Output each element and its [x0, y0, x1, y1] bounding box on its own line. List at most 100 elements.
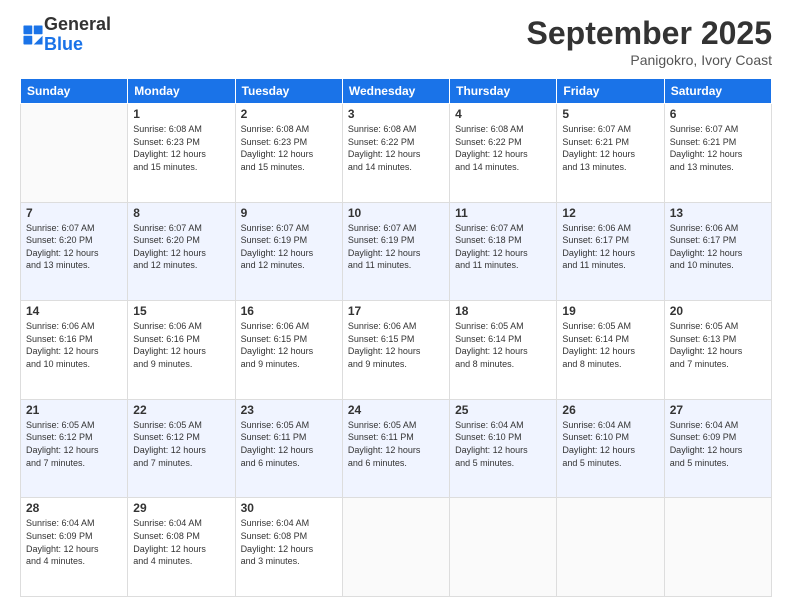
week-row-2: 7Sunrise: 6:07 AM Sunset: 6:20 PM Daylig… — [21, 202, 772, 301]
day-number: 15 — [133, 304, 229, 318]
day-number: 6 — [670, 107, 766, 121]
day-number: 30 — [241, 501, 337, 515]
day-info: Sunrise: 6:08 AM Sunset: 6:22 PM Dayligh… — [455, 123, 551, 173]
table-cell: 18 Sunrise: 6:05 AM Sunset: 6:14 PM Dayli… — [450, 301, 557, 400]
table-cell: 9 Sunrise: 6:07 AM Sunset: 6:19 PM Daylig… — [235, 202, 342, 301]
weekday-header-row: Sunday Monday Tuesday Wednesday Thursday… — [21, 79, 772, 104]
title-block: September 2025 Panigokro, Ivory Coast — [527, 15, 772, 68]
table-cell: 20 Sunrise: 6:05 AM Sunset: 6:13 PM Dayli… — [664, 301, 771, 400]
day-number: 20 — [670, 304, 766, 318]
table-cell: 25Sunrise: 6:04 AM Sunset: 6:10 PM Dayli… — [450, 399, 557, 498]
day-info: Sunrise: 6:06 AM Sunset: 6:16 PM Dayligh… — [133, 320, 229, 370]
day-info: Sunrise: 6:06 AM Sunset: 6:17 PM Dayligh… — [670, 222, 766, 272]
header-wednesday: Wednesday — [342, 79, 449, 104]
table-cell: 28 Sunrise: 6:04 AM Sunset: 6:09 PM Dayli… — [21, 498, 128, 597]
day-info: Sunrise: 6:07 AM Sunset: 6:19 PM Dayligh… — [241, 222, 337, 272]
day-number: 9 — [241, 206, 337, 220]
day-number: 24 — [348, 403, 444, 417]
table-cell: 19 Sunrise: 6:05 AM Sunset: 6:14 PM Dayli… — [557, 301, 664, 400]
day-info: Sunrise: 6:06 AM Sunset: 6:17 PM Dayligh… — [562, 222, 658, 272]
table-cell: 22 Sunrise: 6:05 AM Sunset: 6:12 PM Dayli… — [128, 399, 235, 498]
day-info: Sunrise: 6:07 AM Sunset: 6:20 PM Dayligh… — [133, 222, 229, 272]
header-saturday: Saturday — [664, 79, 771, 104]
logo-general-text: General — [44, 14, 111, 34]
day-info: Sunrise: 6:08 AM Sunset: 6:23 PM Dayligh… — [241, 123, 337, 173]
day-info: Sunrise: 6:07 AM Sunset: 6:20 PM Dayligh… — [26, 222, 122, 272]
day-number: 19 — [562, 304, 658, 318]
day-number: 16 — [241, 304, 337, 318]
day-info: Sunrise: 6:05 AM Sunset: 6:13 PM Dayligh… — [670, 320, 766, 370]
table-cell — [342, 498, 449, 597]
location: Panigokro, Ivory Coast — [527, 52, 772, 68]
day-number: 1 — [133, 107, 229, 121]
table-cell — [664, 498, 771, 597]
day-info: Sunrise: 6:07 AM Sunset: 6:21 PM Dayligh… — [670, 123, 766, 173]
header-friday: Friday — [557, 79, 664, 104]
table-cell: 13 Sunrise: 6:06 AM Sunset: 6:17 PM Dayli… — [664, 202, 771, 301]
day-number: 3 — [348, 107, 444, 121]
week-row-4: 21Sunrise: 6:05 AM Sunset: 6:12 PM Dayli… — [21, 399, 772, 498]
day-number: 27 — [670, 403, 766, 417]
day-info: Sunrise: 6:04 AM Sunset: 6:09 PM Dayligh… — [26, 517, 122, 567]
day-info: Sunrise: 6:05 AM Sunset: 6:14 PM Dayligh… — [562, 320, 658, 370]
day-number: 22 — [133, 403, 229, 417]
table-cell: 21Sunrise: 6:05 AM Sunset: 6:12 PM Dayli… — [21, 399, 128, 498]
header-sunday: Sunday — [21, 79, 128, 104]
day-info: Sunrise: 6:06 AM Sunset: 6:16 PM Dayligh… — [26, 320, 122, 370]
day-number: 13 — [670, 206, 766, 220]
header-thursday: Thursday — [450, 79, 557, 104]
day-number: 29 — [133, 501, 229, 515]
day-number: 14 — [26, 304, 122, 318]
table-cell — [21, 104, 128, 203]
day-info: Sunrise: 6:04 AM Sunset: 6:10 PM Dayligh… — [562, 419, 658, 469]
day-info: Sunrise: 6:05 AM Sunset: 6:11 PM Dayligh… — [241, 419, 337, 469]
day-number: 28 — [26, 501, 122, 515]
day-number: 11 — [455, 206, 551, 220]
day-info: Sunrise: 6:08 AM Sunset: 6:23 PM Dayligh… — [133, 123, 229, 173]
day-number: 18 — [455, 304, 551, 318]
table-cell — [450, 498, 557, 597]
day-info: Sunrise: 6:05 AM Sunset: 6:12 PM Dayligh… — [133, 419, 229, 469]
day-info: Sunrise: 6:04 AM Sunset: 6:08 PM Dayligh… — [133, 517, 229, 567]
table-cell: 14 Sunrise: 6:06 AM Sunset: 6:16 PM Dayli… — [21, 301, 128, 400]
day-info: Sunrise: 6:04 AM Sunset: 6:10 PM Dayligh… — [455, 419, 551, 469]
logo: General Blue — [20, 15, 111, 55]
table-cell: 11 Sunrise: 6:07 AM Sunset: 6:18 PM Dayli… — [450, 202, 557, 301]
day-number: 23 — [241, 403, 337, 417]
table-cell: 15 Sunrise: 6:06 AM Sunset: 6:16 PM Dayli… — [128, 301, 235, 400]
month-title: September 2025 — [527, 15, 772, 52]
day-info: Sunrise: 6:08 AM Sunset: 6:22 PM Dayligh… — [348, 123, 444, 173]
table-cell: 27 Sunrise: 6:04 AM Sunset: 6:09 PM Dayli… — [664, 399, 771, 498]
table-cell: 30 Sunrise: 6:04 AM Sunset: 6:08 PM Dayli… — [235, 498, 342, 597]
day-info: Sunrise: 6:04 AM Sunset: 6:09 PM Dayligh… — [670, 419, 766, 469]
table-cell: 3 Sunrise: 6:08 AM Sunset: 6:22 PM Daylig… — [342, 104, 449, 203]
table-cell: 24 Sunrise: 6:05 AM Sunset: 6:11 PM Dayli… — [342, 399, 449, 498]
table-cell: 16 Sunrise: 6:06 AM Sunset: 6:15 PM Dayli… — [235, 301, 342, 400]
day-info: Sunrise: 6:07 AM Sunset: 6:18 PM Dayligh… — [455, 222, 551, 272]
day-info: Sunrise: 6:07 AM Sunset: 6:19 PM Dayligh… — [348, 222, 444, 272]
day-info: Sunrise: 6:07 AM Sunset: 6:21 PM Dayligh… — [562, 123, 658, 173]
table-cell: 2 Sunrise: 6:08 AM Sunset: 6:23 PM Daylig… — [235, 104, 342, 203]
week-row-5: 28 Sunrise: 6:04 AM Sunset: 6:09 PM Dayli… — [21, 498, 772, 597]
week-row-3: 14 Sunrise: 6:06 AM Sunset: 6:16 PM Dayli… — [21, 301, 772, 400]
table-cell: 6 Sunrise: 6:07 AM Sunset: 6:21 PM Daylig… — [664, 104, 771, 203]
table-cell: 4Sunrise: 6:08 AM Sunset: 6:22 PM Daylig… — [450, 104, 557, 203]
table-cell: 17 Sunrise: 6:06 AM Sunset: 6:15 PM Dayli… — [342, 301, 449, 400]
logo-icon — [22, 24, 44, 46]
table-cell: 12Sunrise: 6:06 AM Sunset: 6:17 PM Dayli… — [557, 202, 664, 301]
day-number: 17 — [348, 304, 444, 318]
day-number: 5 — [562, 107, 658, 121]
table-cell: 7Sunrise: 6:07 AM Sunset: 6:20 PM Daylig… — [21, 202, 128, 301]
day-info: Sunrise: 6:05 AM Sunset: 6:14 PM Dayligh… — [455, 320, 551, 370]
day-info: Sunrise: 6:06 AM Sunset: 6:15 PM Dayligh… — [348, 320, 444, 370]
page: General Blue September 2025 Panigokro, I… — [0, 0, 792, 612]
table-cell: 10Sunrise: 6:07 AM Sunset: 6:19 PM Dayli… — [342, 202, 449, 301]
day-number: 2 — [241, 107, 337, 121]
day-info: Sunrise: 6:06 AM Sunset: 6:15 PM Dayligh… — [241, 320, 337, 370]
table-cell: 8Sunrise: 6:07 AM Sunset: 6:20 PM Daylig… — [128, 202, 235, 301]
header: General Blue September 2025 Panigokro, I… — [20, 15, 772, 68]
day-info: Sunrise: 6:05 AM Sunset: 6:11 PM Dayligh… — [348, 419, 444, 469]
day-info: Sunrise: 6:04 AM Sunset: 6:08 PM Dayligh… — [241, 517, 337, 567]
table-cell: 23 Sunrise: 6:05 AM Sunset: 6:11 PM Dayli… — [235, 399, 342, 498]
header-tuesday: Tuesday — [235, 79, 342, 104]
